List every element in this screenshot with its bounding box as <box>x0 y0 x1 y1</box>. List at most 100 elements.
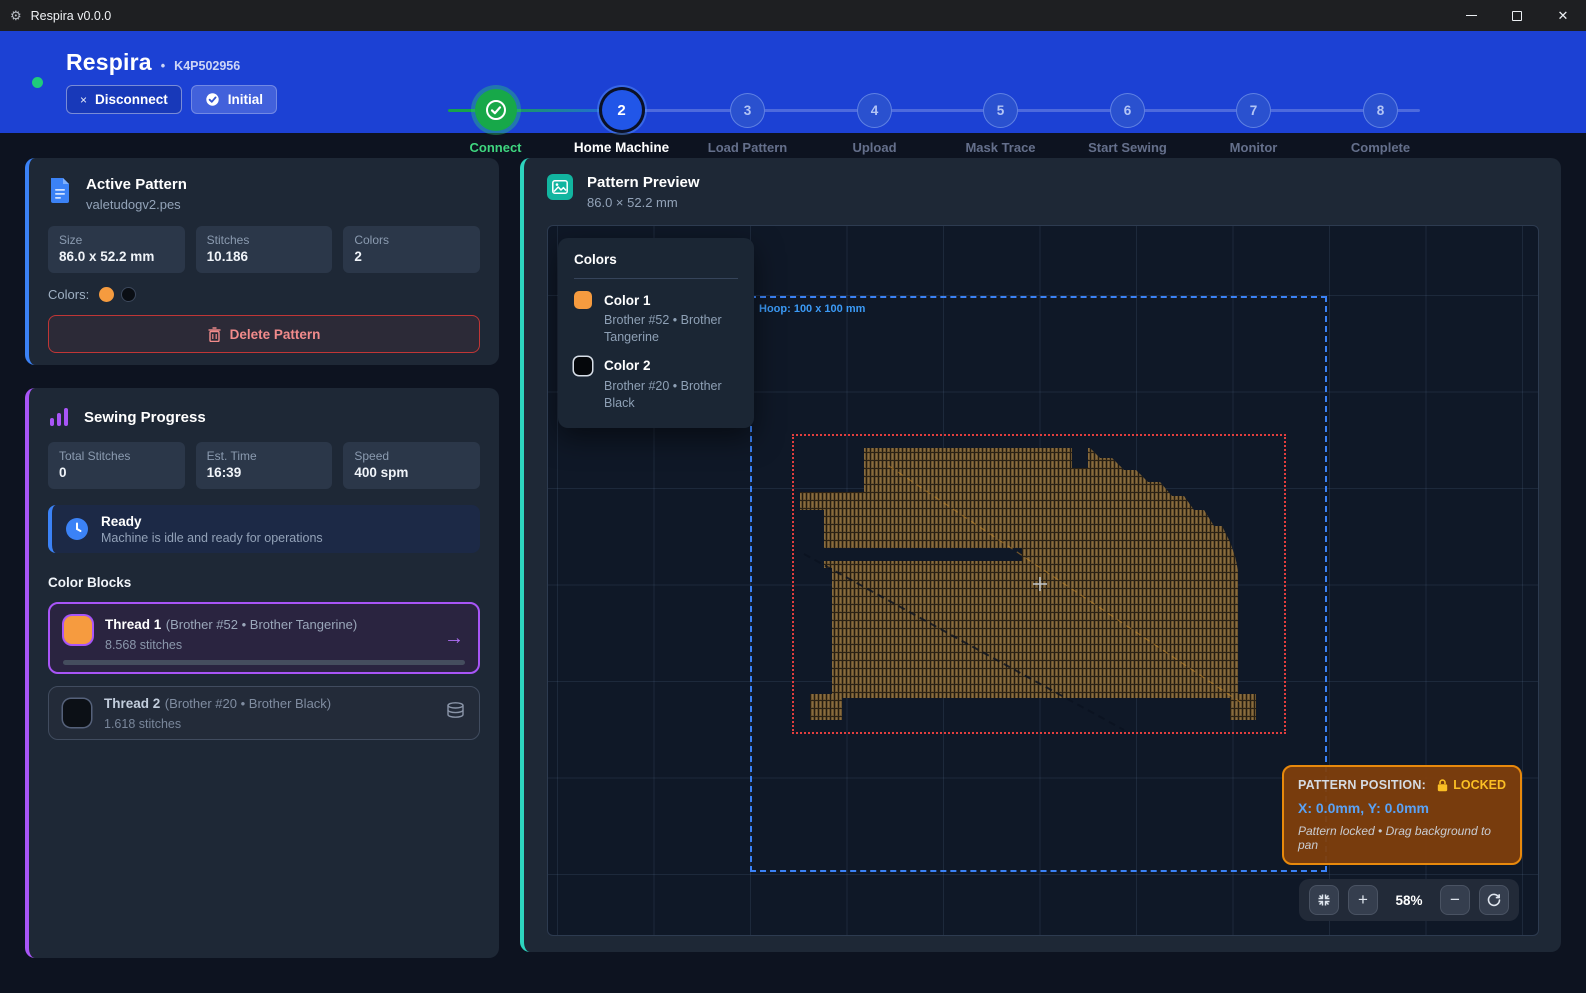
color-dot-orange <box>99 287 114 302</box>
maximize-button[interactable] <box>1494 0 1540 31</box>
thread-2-swatch <box>63 699 91 727</box>
colors-legend: Colors Color 1 Brother #52 • Brother Tan… <box>558 238 754 428</box>
step-mask-trace[interactable]: 5 Mask Trace <box>937 87 1064 155</box>
stat-value: 400 spm <box>354 465 469 480</box>
minimize-icon <box>1466 15 1477 16</box>
legend-swatch-orange <box>574 291 592 309</box>
check-circle-icon <box>485 99 507 121</box>
step-label: Home Machine <box>558 140 685 155</box>
window-title: Respira v0.0.0 <box>31 9 112 23</box>
titlebar: ⚙ Respira v0.0.0 ✕ <box>0 0 1586 31</box>
pattern-lock-hint: Pattern locked • Drag background to pan <box>1298 824 1506 852</box>
step-number: 6 <box>1110 93 1145 128</box>
step-label: Monitor <box>1190 140 1317 155</box>
app-name: Respira <box>66 49 152 76</box>
stat-value: 86.0 x 52.2 mm <box>59 249 174 264</box>
colors-label: Colors: <box>48 287 89 302</box>
stat-value: 10.186 <box>207 249 322 264</box>
legend-color-name: Color 1 <box>604 293 651 308</box>
legend-item-color-2: Color 2 Brother #20 • Brother Black <box>574 357 738 412</box>
step-monitor[interactable]: 7 Monitor <box>1190 87 1317 155</box>
step-label: Complete <box>1317 140 1444 155</box>
thread-1-swatch <box>64 616 92 644</box>
disconnect-label: Disconnect <box>95 92 168 107</box>
thread-stitch-count: 1.618 stitches <box>104 717 331 731</box>
canvas-center-cross <box>1032 576 1048 592</box>
step-label: Mask Trace <box>937 140 1064 155</box>
step-done-circle <box>475 89 517 131</box>
step-home-machine[interactable]: 2 Home Machine <box>558 87 685 155</box>
initial-button[interactable]: Initial <box>191 85 277 114</box>
thread-2-row[interactable]: Thread 2 (Brother #20 • Brother Black) 1… <box>48 686 480 740</box>
clock-icon <box>65 517 89 541</box>
thread-1-row[interactable]: Thread 1 (Brother #52 • Brother Tangerin… <box>48 602 480 674</box>
minimize-button[interactable] <box>1448 0 1494 31</box>
legend-color-detail: Brother #20 • Brother Black <box>604 378 738 412</box>
zoom-toolbar: + 58% − <box>1299 879 1519 921</box>
step-number: 3 <box>730 93 765 128</box>
step-upload[interactable]: 4 Upload <box>811 87 938 155</box>
step-complete[interactable]: 8 Complete <box>1317 87 1444 155</box>
refresh-icon <box>1486 892 1502 908</box>
window-controls: ✕ <box>1448 0 1586 31</box>
maximize-icon <box>1512 11 1522 21</box>
stat-label: Stitches <box>207 233 322 247</box>
delete-pattern-button[interactable]: Delete Pattern <box>48 315 480 353</box>
app-window: { "titlebar": { "title": "Respira v0.0.0… <box>0 0 1586 993</box>
minus-icon: − <box>1450 890 1460 910</box>
document-icon <box>48 176 72 204</box>
stat-value: 0 <box>59 465 174 480</box>
fit-to-screen-button[interactable] <box>1309 885 1339 915</box>
check-circle-icon <box>205 92 220 107</box>
step-label: Load Pattern <box>684 140 811 155</box>
legend-color-name: Color 2 <box>604 358 651 373</box>
step-load-pattern[interactable]: 3 Load Pattern <box>684 87 811 155</box>
color-blocks-label: Color Blocks <box>48 575 480 590</box>
thread-name: Thread 2 <box>104 696 160 711</box>
step-number: 2 <box>602 90 642 130</box>
step-number: 7 <box>1236 93 1271 128</box>
machine-serial: K4P502956 <box>174 59 240 73</box>
initial-label: Initial <box>228 92 263 107</box>
app-icon: ⚙ <box>10 8 22 24</box>
thread-detail: (Brother #20 • Brother Black) <box>165 696 331 711</box>
thread-name: Thread 1 <box>105 617 161 632</box>
machine-status-banner: Ready Machine is idle and ready for oper… <box>48 505 480 553</box>
hoop-label: Hoop: 100 x 100 mm <box>759 303 865 315</box>
pattern-position-overlay: PATTERN POSITION: LOCKED X: 0.0mm, Y: 0.… <box>1282 765 1522 865</box>
stat-colors: Colors 2 <box>343 226 480 273</box>
step-label: Upload <box>811 140 938 155</box>
stat-label: Colors <box>354 233 469 247</box>
stat-value: 16:39 <box>207 465 322 480</box>
stat-est-time: Est. Time 16:39 <box>196 442 333 489</box>
legend-title: Colors <box>574 252 738 267</box>
pattern-dimensions: 86.0 × 52.2 mm <box>587 195 700 210</box>
zoom-out-button[interactable]: − <box>1440 885 1470 915</box>
step-connect[interactable]: Connect <box>432 87 559 155</box>
pattern-colors-row: Colors: <box>48 287 480 302</box>
active-pattern-card: Active Pattern valetudogv2.pes Size 86.0… <box>25 158 499 365</box>
pattern-preview-card: Pattern Preview 86.0 × 52.2 mm Hoop: 100… <box>520 158 1561 952</box>
preview-canvas[interactable]: Hoop: 100 x 100 mm <box>547 225 1539 936</box>
lock-icon <box>1437 779 1448 792</box>
stat-label: Size <box>59 233 174 247</box>
zoom-level: 58% <box>1387 893 1431 908</box>
legend-item-color-1: Color 1 Brother #52 • Brother Tangerine <box>574 291 738 346</box>
disconnect-button[interactable]: × Disconnect <box>66 85 182 114</box>
legend-color-detail: Brother #52 • Brother Tangerine <box>604 312 738 346</box>
close-button[interactable]: ✕ <box>1540 0 1586 31</box>
status-description: Machine is idle and ready for operations <box>101 531 323 545</box>
locked-badge: LOCKED <box>1453 778 1506 792</box>
step-number: 8 <box>1363 93 1398 128</box>
trash-icon <box>208 327 221 342</box>
color-dot-black <box>121 287 136 302</box>
reset-view-button[interactable] <box>1479 885 1509 915</box>
brand-block: Respira • K4P502956 × Disconnect Initial <box>66 49 277 114</box>
pattern-position-label: PATTERN POSITION: <box>1298 778 1426 792</box>
stat-stitches: Stitches 10.186 <box>196 226 333 273</box>
zoom-in-button[interactable]: + <box>1348 885 1378 915</box>
step-start-sewing[interactable]: 6 Start Sewing <box>1064 87 1191 155</box>
app-header: Respira • K4P502956 × Disconnect Initial <box>0 31 1586 133</box>
pattern-filename: valetudogv2.pes <box>86 197 187 212</box>
fit-to-screen-icon <box>1316 892 1332 908</box>
